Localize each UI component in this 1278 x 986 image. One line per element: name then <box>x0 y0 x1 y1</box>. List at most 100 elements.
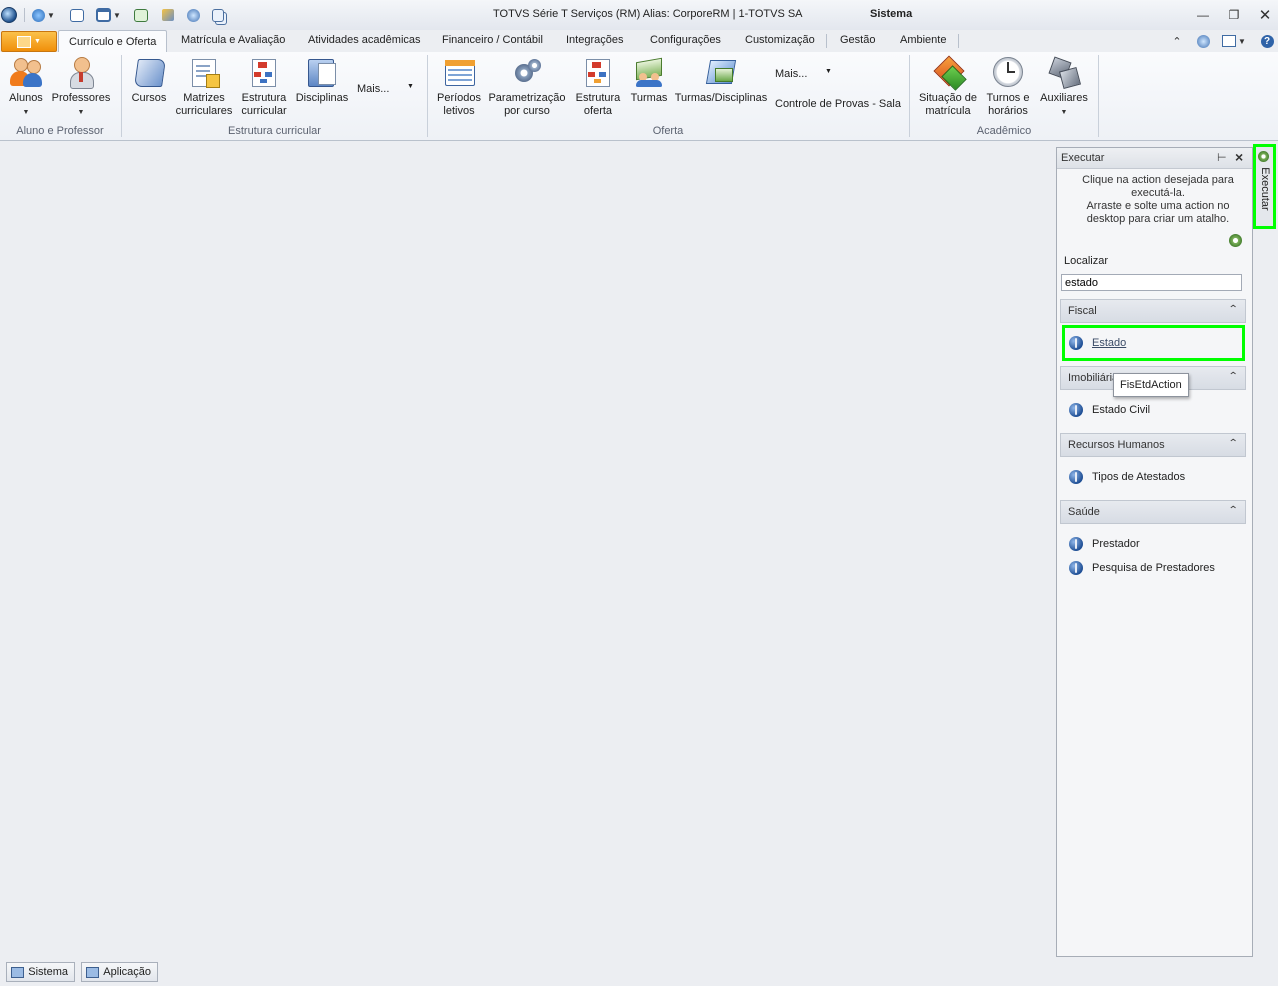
tab-integracoes[interactable]: Integrações <box>566 34 623 46</box>
mais-label: Mais... <box>357 83 390 95</box>
action-icon <box>1069 470 1083 484</box>
chevron-down-icon: ▼ <box>825 68 832 75</box>
parametrizacao-curso-button[interactable]: Parametrização por curso <box>488 56 566 118</box>
side-tab-label: Executar <box>1259 167 1271 211</box>
periodos-label-2: letivos <box>443 105 475 117</box>
structure-chart-icon <box>248 56 280 88</box>
turmas-button[interactable]: Turmas <box>628 56 670 105</box>
collapse-ribbon-icon[interactable]: ⌃ <box>1168 32 1186 50</box>
turmas-disciplinas-button[interactable]: Turmas/Disciplinas <box>674 56 768 105</box>
teacher-icon <box>65 56 97 89</box>
tab-customizacao[interactable]: Customização <box>745 34 815 46</box>
highlight-box-estado <box>1062 325 1245 361</box>
panel-title: Executar <box>1061 152 1105 164</box>
quick-access-copy-icon[interactable] <box>212 6 224 24</box>
action-label: Prestador <box>1092 538 1140 550</box>
action-item-pesquisa-prestadores[interactable]: Pesquisa de Prestadores <box>1069 559 1215 577</box>
layout-icon[interactable]: ▼ <box>1220 32 1248 50</box>
professores-label: Professores <box>51 92 111 104</box>
close-icon[interactable]: × <box>1235 149 1243 165</box>
window-title: TOTVS Série T Serviços (RM) Alias: Corpo… <box>493 8 803 20</box>
section-header-recursos-humanos[interactable]: Recursos Humanos ⌃ <box>1060 433 1246 457</box>
close-window-icon[interactable]: ✕ <box>1256 6 1274 24</box>
enrollment-status-icon <box>932 55 967 91</box>
tab-gestao[interactable]: Gestão <box>840 34 875 46</box>
gear-icon[interactable] <box>1229 234 1243 248</box>
chevron-down-icon: ▼ <box>34 38 41 45</box>
pin-icon[interactable]: ⊢ <box>1217 151 1227 164</box>
group-label-oferta: Oferta <box>652 125 684 137</box>
tab-financeiro-contabil[interactable]: Financeiro / Contábil <box>442 34 543 46</box>
param-label-1: Parametrização <box>488 92 566 104</box>
chevron-up-icon: ⌃ <box>1227 371 1239 382</box>
quick-access-tools-icon[interactable] <box>162 6 174 24</box>
panel-hint: Clique na action desejada para executá-l… <box>1073 174 1243 226</box>
professores-button[interactable]: Professores ▼ <box>50 56 112 118</box>
turnos-horarios-button[interactable]: Turnos e horários <box>984 56 1032 118</box>
quick-access-new-window-icon[interactable] <box>70 6 84 24</box>
section-header-fiscal[interactable]: Fiscal ⌃ <box>1060 299 1246 323</box>
estrutura-label-1: Estrutura <box>241 92 287 104</box>
tab-matricula-avaliacao[interactable]: Matrícula e Avaliação <box>181 34 285 46</box>
search-label: Localizar <box>1064 255 1109 267</box>
controle-provas-sala-button[interactable]: Controle de Provas - Sala <box>775 98 901 110</box>
chevron-up-icon: ⌃ <box>1227 304 1239 315</box>
tab-curriculo-oferta[interactable]: Currículo e Oferta <box>58 30 168 53</box>
group-label-estrutura: Estrutura curricular <box>228 125 321 137</box>
status-bar: Sistema Aplicação <box>0 958 1278 986</box>
monitor-icon <box>11 966 25 978</box>
app-menu-button[interactable]: ▼ <box>1 31 57 52</box>
quick-access-play-icon[interactable] <box>134 6 148 24</box>
web-globe-icon[interactable] <box>1194 32 1212 50</box>
section-title: Fiscal <box>1068 305 1097 317</box>
executar-panel: Executar ⊢ × Clique na action desejada p… <box>1056 147 1253 957</box>
minimize-icon[interactable]: — <box>1194 6 1212 24</box>
auxiliares-button[interactable]: Auxiliares ▼ <box>1036 56 1092 118</box>
matrizes-curriculares-button[interactable]: Matrizes curriculares <box>174 56 234 118</box>
tab-atividades-academicas[interactable]: Atividades acadêmicas <box>308 34 421 46</box>
estrutura-curricular-button[interactable]: Estrutura curricular <box>238 56 290 118</box>
alunos-button[interactable]: Alunos ▼ <box>6 56 46 118</box>
tab-ambiente[interactable]: Ambiente <box>900 34 946 46</box>
hint-line-2: Arraste e solte uma action no desktop pa… <box>1086 200 1230 225</box>
tab-divider <box>958 34 959 48</box>
matrizes-label-2: curriculares <box>175 105 233 117</box>
estrutura-oferta-button[interactable]: Estrutura oferta <box>572 56 624 118</box>
action-item-estado-civil[interactable]: Estado Civil <box>1069 401 1150 419</box>
ribbon: Alunos ▼ Professores ▼ Aluno e Professor… <box>0 52 1278 141</box>
aplicacao-button[interactable]: Aplicação <box>81 962 158 982</box>
auxiliary-tools-icon <box>1048 56 1082 90</box>
section-title: Imobiliária <box>1068 372 1119 384</box>
periodos-letivos-button[interactable]: Períodos letivos <box>434 56 484 118</box>
side-tab-executar[interactable]: Executar <box>1253 144 1276 229</box>
action-label: Tipos de Atestados <box>1092 471 1186 483</box>
action-item-tipos-atestados[interactable]: Tipos de Atestados <box>1069 468 1185 486</box>
quick-access-web-icon[interactable] <box>187 6 200 24</box>
auxiliares-label: Auxiliares <box>1040 92 1088 104</box>
turnos-label-1: Turnos e <box>986 92 1030 104</box>
sistema-button[interactable]: Sistema <box>6 962 75 982</box>
disciplinas-button[interactable]: Disciplinas <box>294 56 350 105</box>
cursos-button[interactable]: Cursos <box>128 56 170 105</box>
situacao-matricula-button[interactable]: Situação de matrícula <box>916 55 980 118</box>
chevron-down-icon: ▼ <box>407 83 414 90</box>
book-icon <box>133 56 166 88</box>
chevron-down-icon: ▼ <box>22 109 30 116</box>
quick-access-globe-icon[interactable]: ▼ <box>32 6 55 24</box>
help-icon[interactable]: ? <box>1258 32 1276 50</box>
turmas-disc-label: Turmas/Disciplinas <box>674 92 768 104</box>
section-header-saude[interactable]: Saúde ⌃ <box>1060 500 1246 524</box>
turnos-label-2: horários <box>988 105 1028 117</box>
chevron-down-icon: ▼ <box>77 109 85 116</box>
restore-icon[interactable]: ❐ <box>1225 6 1243 24</box>
app-logo-icon[interactable] <box>1 6 17 24</box>
tab-configuracoes[interactable]: Configurações <box>650 34 721 46</box>
quick-access-window-icon[interactable]: ▼ <box>96 6 121 24</box>
group-divider <box>1098 55 1099 137</box>
action-item-prestador[interactable]: Prestador <box>1069 535 1140 553</box>
mais-estrutura-button[interactable]: Mais... ▼ <box>357 83 414 95</box>
search-input[interactable] <box>1061 274 1242 291</box>
mais-oferta-button[interactable]: Mais... ▼ <box>775 68 832 80</box>
mais-label: Mais... <box>775 68 808 80</box>
chevron-down-icon: ▼ <box>1060 109 1068 116</box>
